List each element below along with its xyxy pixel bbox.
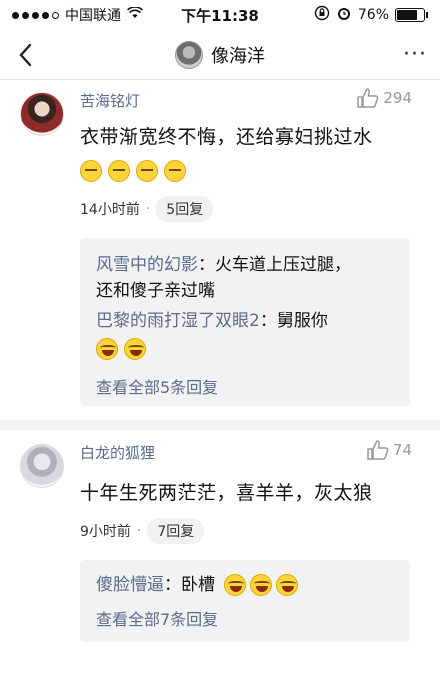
page-title: 像海洋 <box>211 45 265 67</box>
like-count: 294 <box>383 89 412 107</box>
comment-time: 14小时前 <box>80 202 140 218</box>
laughing-emoji-icon <box>276 574 299 596</box>
comment-text: 衣带渐宽终不悔，还给寡妇挑过水 <box>80 126 373 148</box>
nav-bar: 像海洋 ··· <box>0 30 440 80</box>
sleepy-emoji-icon <box>108 160 130 182</box>
user-avatar[interactable] <box>20 92 64 136</box>
reply-username[interactable]: 风雪中的幻影 <box>96 255 198 275</box>
separator-dot: · <box>136 523 142 539</box>
status-bar: 中国联通 下午11:38 76% <box>0 0 440 30</box>
comment-meta: 14小时前 · 5回复 <box>80 196 214 222</box>
reply-separator: ： <box>198 255 215 275</box>
reply-count-button[interactable]: 7回复 <box>147 518 205 544</box>
profile-avatar[interactable] <box>175 40 203 69</box>
nav-title-group[interactable]: 像海洋 <box>50 40 390 69</box>
view-all-replies-link[interactable]: 查看全部7条回复 <box>96 606 394 630</box>
reply-count-button[interactable]: 5回复 <box>156 196 214 222</box>
battery-percent: 76% <box>357 7 389 23</box>
laughing-emoji-icon <box>124 338 146 360</box>
thumbs-up-icon <box>367 440 389 460</box>
reply-line: 傻脸懵逼：卧槽 <box>96 572 394 598</box>
comment-text: 十年生死两茫茫，喜羊羊，灰太狼 <box>80 482 373 504</box>
alarm-icon <box>336 5 352 25</box>
signal-strength-icon <box>12 11 59 19</box>
user-avatar[interactable] <box>20 444 64 488</box>
reply-emoji-row <box>224 574 299 596</box>
comment-username[interactable]: 白龙的狐狸 <box>80 442 155 463</box>
reply-line: 风雪中的幻影：火车道上压过腿， <box>96 252 394 278</box>
comment-item: 苦海铭灯 294 衣带渐宽终不悔，还给寡妇挑过水 14小时前 · 5回复 风雪中… <box>0 80 440 425</box>
like-button[interactable]: 294 <box>357 88 412 108</box>
reply-line: 还和傻子亲过嘴 <box>96 278 394 304</box>
reply-preview-box[interactable]: 傻脸懵逼：卧槽 查看全部7条回复 <box>80 560 410 642</box>
sleepy-emoji-icon <box>80 160 102 182</box>
comment-divider <box>0 420 440 430</box>
sleepy-emoji-icon <box>164 160 186 182</box>
reply-separator: ： <box>259 311 277 331</box>
reply-username[interactable]: 傻脸懵逼 <box>96 575 164 595</box>
thumbs-up-icon <box>357 88 379 108</box>
battery-icon <box>395 8 428 22</box>
reply-username[interactable]: 巴黎的雨打湿了双眼2 <box>96 311 260 331</box>
wifi-icon <box>127 6 143 23</box>
laughing-emoji-icon <box>224 574 247 596</box>
laughing-emoji-icon <box>250 574 273 596</box>
view-all-replies-link[interactable]: 查看全部5条回复 <box>96 374 394 398</box>
comment-username[interactable]: 苦海铭灯 <box>80 90 140 111</box>
comment-item: 白龙的狐狸 74 十年生死两茫茫，喜羊羊，灰太狼 9小时前 · 7回复 傻脸懵逼… <box>0 430 440 676</box>
separator-dot: · <box>145 201 151 217</box>
reply-text: 火车道上压过腿， <box>215 255 351 275</box>
comment-time: 9小时前 <box>80 524 131 540</box>
like-button[interactable]: 74 <box>367 440 412 460</box>
reply-text: 卧槽 <box>181 575 215 595</box>
rotation-lock-icon <box>314 5 330 25</box>
chevron-left-icon <box>19 43 32 66</box>
reply-separator: ： <box>164 575 181 595</box>
reply-line: 巴黎的雨打湿了双眼2：舅服你 <box>96 308 394 334</box>
reply-preview-box[interactable]: 风雪中的幻影：火车道上压过腿， 还和傻子亲过嘴 巴黎的雨打湿了双眼2：舅服你 查… <box>80 238 410 406</box>
emoji-row <box>80 160 186 182</box>
like-count: 74 <box>392 441 412 459</box>
reply-text: 还和傻子亲过嘴 <box>96 281 215 301</box>
more-options-button[interactable]: ··· <box>390 30 440 80</box>
back-button[interactable] <box>0 30 50 80</box>
reply-emoji-row <box>96 338 394 360</box>
comment-meta: 9小时前 · 7回复 <box>80 518 205 544</box>
reply-text: 舅服你 <box>276 311 328 331</box>
carrier-name: 中国联通 <box>65 8 121 24</box>
laughing-emoji-icon <box>96 338 118 360</box>
sleepy-emoji-icon <box>136 160 158 182</box>
